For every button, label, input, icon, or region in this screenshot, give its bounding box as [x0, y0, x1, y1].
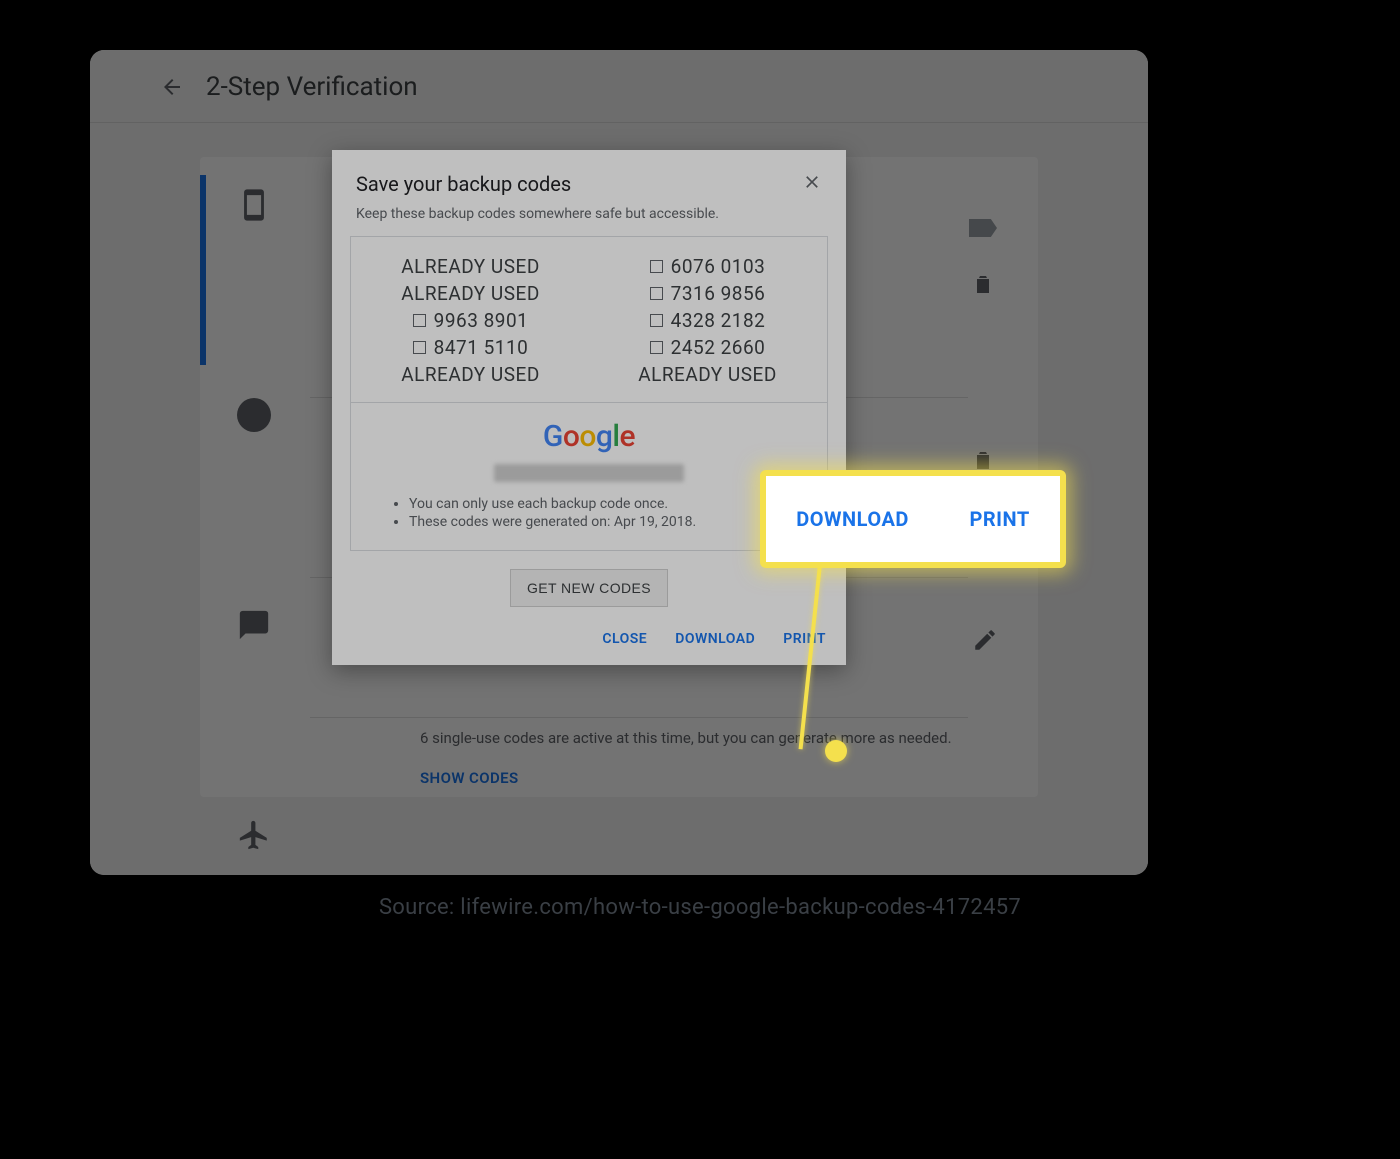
method-icons-column [234, 185, 274, 855]
callout-download-button[interactable]: DOWNLOAD [796, 507, 909, 531]
backup-codes-note: 6 single-use codes are active at this ti… [420, 729, 952, 747]
code-cell: 2452 2660 [606, 336, 809, 359]
tag-icon[interactable] [968, 213, 998, 243]
backup-codes-modal: Save your backup codes Keep these backup… [332, 150, 846, 665]
checkbox-icon [413, 341, 426, 354]
page-header: 2-Step Verification [90, 50, 1148, 123]
modal-subtitle: Keep these backup codes somewhere safe b… [332, 200, 846, 236]
callout-print-button[interactable]: PRINT [969, 507, 1029, 531]
code-cell: 6076 0103 [606, 255, 809, 278]
code-cell: ALREADY USED [606, 363, 809, 386]
airplane-icon [234, 815, 274, 855]
codes-box: ALREADY USED 6076 0103 ALREADY USED 7316… [350, 236, 828, 551]
modal-title: Save your backup codes [356, 172, 571, 196]
show-codes-button[interactable]: SHOW CODES [420, 769, 519, 787]
close-icon[interactable] [802, 172, 822, 192]
callout-pointer-dot [825, 740, 847, 762]
download-button[interactable]: DOWNLOAD [675, 631, 755, 647]
get-new-codes-button[interactable]: GET NEW CODES [510, 569, 668, 607]
checkbox-icon [650, 260, 663, 273]
code-cell: ALREADY USED [369, 282, 572, 305]
print-button[interactable]: PRINT [783, 631, 826, 647]
edit-icon[interactable] [972, 627, 998, 657]
redacted-account [494, 464, 684, 482]
info-bullet: You can only use each backup code once. [409, 496, 787, 512]
phone-icon [234, 185, 274, 225]
authenticator-icon [234, 395, 274, 435]
checkbox-icon [650, 314, 663, 327]
code-cell: 4328 2182 [606, 309, 809, 332]
code-cell: 7316 9856 [606, 282, 809, 305]
code-cell: 8471 5110 [369, 336, 572, 359]
checkbox-icon [650, 341, 663, 354]
codes-divider [351, 402, 827, 403]
highlight-callout: DOWNLOAD PRINT [760, 470, 1066, 568]
active-indicator [200, 175, 206, 365]
close-button[interactable]: CLOSE [602, 631, 647, 647]
trash-icon[interactable] [968, 269, 998, 299]
checkbox-icon [413, 314, 426, 327]
info-bullet: These codes were generated on: Apr 19, 2… [409, 514, 787, 530]
code-cell: ALREADY USED [369, 255, 572, 278]
back-arrow-icon[interactable] [160, 75, 184, 99]
sms-icon [234, 605, 274, 645]
right-action-icons [968, 213, 998, 475]
google-logo: Google [369, 417, 809, 454]
codes-grid: ALREADY USED 6076 0103 ALREADY USED 7316… [369, 255, 809, 386]
section-divider [310, 717, 968, 718]
code-cell: ALREADY USED [369, 363, 572, 386]
page-title: 2-Step Verification [206, 72, 418, 102]
codes-info-list: You can only use each backup code once. … [369, 496, 809, 536]
checkbox-icon [650, 287, 663, 300]
code-cell: 9963 8901 [369, 309, 572, 332]
source-caption: Source: lifewire.com/how-to-use-google-b… [0, 895, 1400, 920]
modal-actions: CLOSE DOWNLOAD PRINT [332, 615, 846, 665]
